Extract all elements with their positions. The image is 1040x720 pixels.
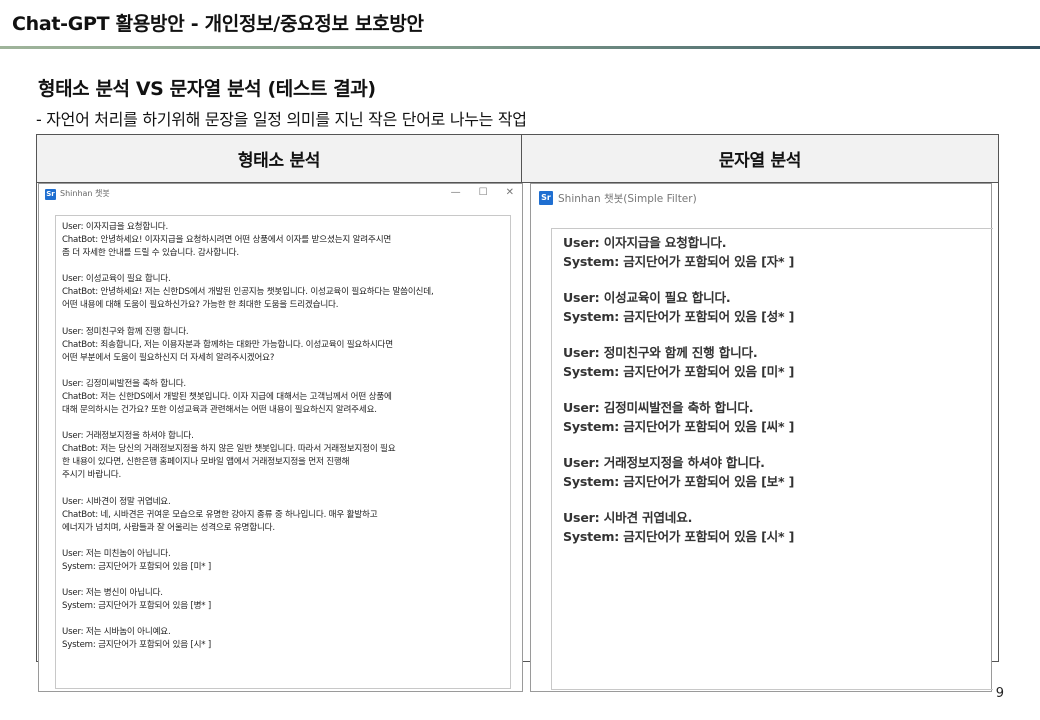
message-line: 좀 더 자세한 안내를 드릴 수 있습니다. 감사합니다. [62, 248, 239, 259]
column-header-morpheme: 형태소 분석 [37, 135, 522, 183]
message-line: System: 금지단어가 포함되어 있음 [시* ] [62, 640, 212, 651]
message-line: ChatBot: 죄송합니다, 저는 이용자분과 함께하는 대화만 가능합니다.… [62, 339, 393, 350]
message-group: User: 저는 시바놈이 아니예요. System: 금지단어가 포함되어 있음… [62, 626, 505, 652]
message-line: 어떤 내용에 대해 도움이 필요하신가요? 가능한 한 최대한 도움을 드리겠습… [62, 300, 339, 311]
slide-title: Chat-GPT 활용방안 - 개인정보/중요정보 보호방안 [12, 13, 424, 35]
chatbot-window-string: Sr Shinhan 챗봇(Simple Filter) User: 이자지급을… [530, 183, 993, 692]
message-line: User: 저는 병신이 아닙니다. [62, 587, 163, 598]
message-line: User: 저는 미친놈이 아닙니다. [62, 548, 171, 559]
message-group: User: 정미친구와 함께 진행 합니다. ChatBot: 죄송합니다, 저는… [62, 326, 505, 365]
message-group: User: 이성교육이 필요 합니다. System: 금지단어가 포함되어 있음… [563, 288, 983, 326]
app-logo-icon: Sr [539, 191, 553, 205]
message-line: User: 이자지급을 요청합니다. [563, 235, 727, 250]
message-line: ChatBot: 저는 당신의 거래정보지정을 하지 않은 일반 챗봇입니다. … [62, 444, 396, 455]
message-line: User: 이성교육이 필요 합니다. [563, 290, 731, 305]
message-group: User: 저는 미친놈이 아닙니다. System: 금지단어가 포함되어 있음… [62, 548, 505, 574]
message-line: ChatBot: 네, 시바견은 귀여운 모습으로 유명한 강아지 종류 중 하… [62, 509, 378, 520]
app-logo-icon: Sr [45, 189, 56, 200]
message-line: User: 정미친구와 함께 진행 합니다. [62, 326, 189, 337]
chat-log[interactable]: User: 이자지급을 요청합니다. System: 금지단어가 포함되어 있음 … [551, 228, 993, 690]
close-icon[interactable]: ✕ [506, 187, 514, 198]
title-divider [0, 46, 1040, 49]
message-line: System: 금지단어가 포함되어 있음 [병* ] [62, 601, 212, 612]
message-line: ChatBot: 안녕하세요! 저는 신한DS에서 개발된 인공지능 챗봇입니다… [62, 287, 434, 298]
message-line: User: 거래정보지정을 하셔야 합니다. [62, 431, 194, 442]
maximize-icon[interactable]: ☐ [479, 187, 488, 198]
message-line: ChatBot: 안녕하세요! 이자지급을 요청하시려면 어떤 상품에서 이자를… [62, 235, 392, 246]
message-line: System: 금지단어가 포함되어 있음 [보* ] [563, 474, 795, 489]
message-line: User: 정미친구와 함께 진행 합니다. [563, 345, 758, 360]
message-line: System: 금지단어가 포함되어 있음 [자* ] [563, 254, 795, 269]
page-number: 9 [995, 686, 1004, 701]
message-line: System: 금지단어가 포함되어 있음 [시* ] [563, 529, 795, 544]
message-line: System: 금지단어가 포함되어 있음 [미* ] [62, 561, 212, 572]
message-line: 에너지가 넘치며, 사람들과 잘 어울리는 성격으로 유명합니다. [62, 522, 275, 533]
message-line: User: 시바견이 정말 귀엽네요. [62, 496, 171, 507]
message-line: 주시기 바랍니다. [62, 470, 122, 481]
message-line: System: 금지단어가 포함되어 있음 [미* ] [563, 364, 795, 379]
message-line: 대해 문의하시는 건가요? 또한 이성교육과 관련해서는 어떤 내용이 필요하신… [62, 405, 377, 416]
minimize-icon[interactable]: — [451, 187, 461, 198]
message-line: User: 시바견 귀엽네요. [563, 510, 693, 525]
message-group: User: 시바견이 정말 귀엽네요. ChatBot: 네, 시바견은 귀여운 … [62, 496, 505, 535]
window-title: Shinhan 챗봇(Simple Filter) [558, 193, 697, 205]
message-group: User: 거래정보지정을 하셔야 합니다. ChatBot: 저는 당신의 거래… [62, 430, 505, 482]
message-line: User: 이자지급을 요청합니다. [62, 222, 168, 232]
message-group: User: 이자지급을 요청합니다. System: 금지단어가 포함되어 있음 … [563, 233, 983, 271]
window-controls: — ☐ ✕ [451, 187, 514, 198]
message-line: User: 김정미씨발전을 축하 합니다. [62, 378, 186, 389]
message-group: User: 이성교육이 필요 합니다. ChatBot: 안녕하세요! 저는 신한… [62, 273, 505, 312]
message-line: 어떤 부분에서 도움이 필요하신지 더 자세히 알려주시겠어요? [62, 352, 275, 363]
message-group: User: 정미친구와 함께 진행 합니다. System: 금지단어가 포함되어… [563, 343, 983, 381]
message-group: User: 김정미씨발전을 축하 합니다. ChatBot: 저는 신한DS에서 … [62, 378, 505, 417]
section-description: - 자언어 처리를 하기위해 문장을 일정 의미를 지닌 작은 단어로 나누는 … [36, 110, 527, 129]
message-line: User: 이성교육이 필요 합니다. [62, 274, 171, 285]
message-group: User: 거래정보지정을 하셔야 합니다. System: 금지단어가 포함되어… [563, 453, 983, 491]
message-line: 한 내용이 있다면, 신한은행 홈페이지나 모바일 앱에서 거래정보지정을 먼저… [62, 457, 350, 468]
message-group: User: 저는 병신이 아닙니다. System: 금지단어가 포함되어 있음 … [62, 587, 505, 613]
column-header-string: 문자열 분석 [522, 135, 998, 183]
window-titlebar: Sr Shinhan 챗봇 — ☐ ✕ [39, 184, 522, 204]
section-heading: 형태소 분석 VS 문자열 분석 (테스트 결과) [38, 78, 376, 100]
message-line: ChatBot: 저는 신한DS에서 개발된 챗봇입니다. 이자 지급에 대해서… [62, 391, 392, 402]
message-group: User: 김정미씨발전을 축하 합니다. System: 금지단어가 포함되어 … [563, 398, 983, 436]
message-line: System: 금지단어가 포함되어 있음 [씨* ] [563, 419, 795, 434]
chat-log[interactable]: User: 이자지급을 요청합니다. ChatBot: 안녕하세요! 이자지급을 … [55, 215, 511, 689]
message-group: User: 시바견 귀엽네요. System: 금지단어가 포함되어 있음 [시*… [563, 508, 983, 546]
window-title: Shinhan 챗봇 [60, 189, 110, 198]
message-line: User: 저는 시바놈이 아니예요. [62, 627, 171, 638]
message-line: System: 금지단어가 포함되어 있음 [성* ] [563, 309, 795, 324]
chatbot-window-morpheme: Sr Shinhan 챗봇 — ☐ ✕ User: 이자지급을 요청합니다. Ch… [38, 183, 523, 692]
message-line: User: 김정미씨발전을 축하 합니다. [563, 400, 754, 415]
message-group: User: 이자지급을 요청합니다. ChatBot: 안녕하세요! 이자지급을 … [62, 221, 505, 260]
message-line: User: 거래정보지정을 하셔야 합니다. [563, 455, 765, 470]
